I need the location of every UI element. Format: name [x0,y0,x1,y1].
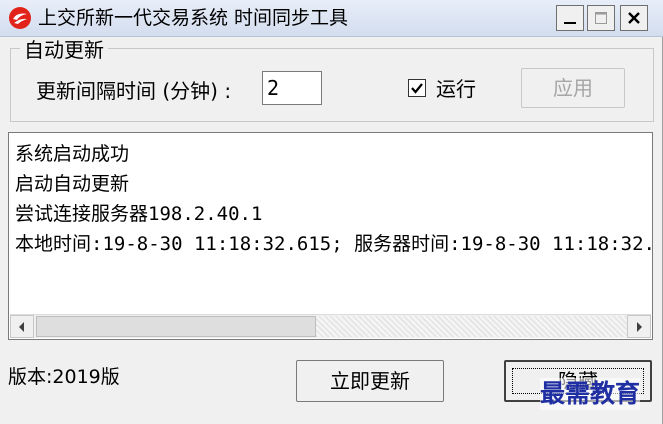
auto-update-group-title: 自动更新 [20,38,108,62]
close-button[interactable] [620,5,648,31]
interval-label: 更新间隔时间 (分钟) : [36,79,232,103]
apply-button[interactable]: 应用 [521,68,625,108]
title-bar[interactable]: 上交所新一代交易系统 时间同步工具 [0,0,663,37]
run-checkbox[interactable] [408,79,426,97]
scroll-thumb[interactable] [36,316,316,337]
app-logo-icon [8,6,32,30]
log-textarea[interactable]: 系统启动成功 启动自动更新 尝试连接服务器198.2.40.1 本地时间:19-… [8,132,653,340]
scroll-right-button[interactable] [627,315,651,338]
log-line: 尝试连接服务器198.2.40.1 [15,203,263,225]
scroll-left-button[interactable] [10,315,34,338]
run-checkbox-label[interactable]: 运行 [436,76,476,102]
maximize-icon [595,12,607,24]
update-now-button[interactable]: 立即更新 [296,360,444,402]
interval-input[interactable] [262,71,322,105]
scroll-track[interactable] [316,316,627,337]
arrow-right-icon [637,321,642,332]
watermark-text: 最需教育 [540,378,641,410]
close-icon [628,12,640,24]
version-label: 版本:2019版 [8,366,120,388]
time-sync-window: 上交所新一代交易系统 时间同步工具 自动更新 更新间隔时间 (分钟) : 运行 … [0,0,663,424]
minimize-button[interactable] [556,5,584,31]
log-line: 系统启动成功 [15,143,130,165]
checkmark-icon [411,83,423,94]
maximize-button[interactable] [587,5,615,31]
arrow-left-icon [19,321,24,332]
horizontal-scrollbar[interactable] [10,314,651,338]
minimize-icon [564,22,576,24]
log-line: 启动自动更新 [15,173,130,195]
log-line: 本地时间:19-8-30 11:18:32.615; 服务器时间:19-8-30… [15,233,653,255]
window-title: 上交所新一代交易系统 时间同步工具 [38,7,349,29]
